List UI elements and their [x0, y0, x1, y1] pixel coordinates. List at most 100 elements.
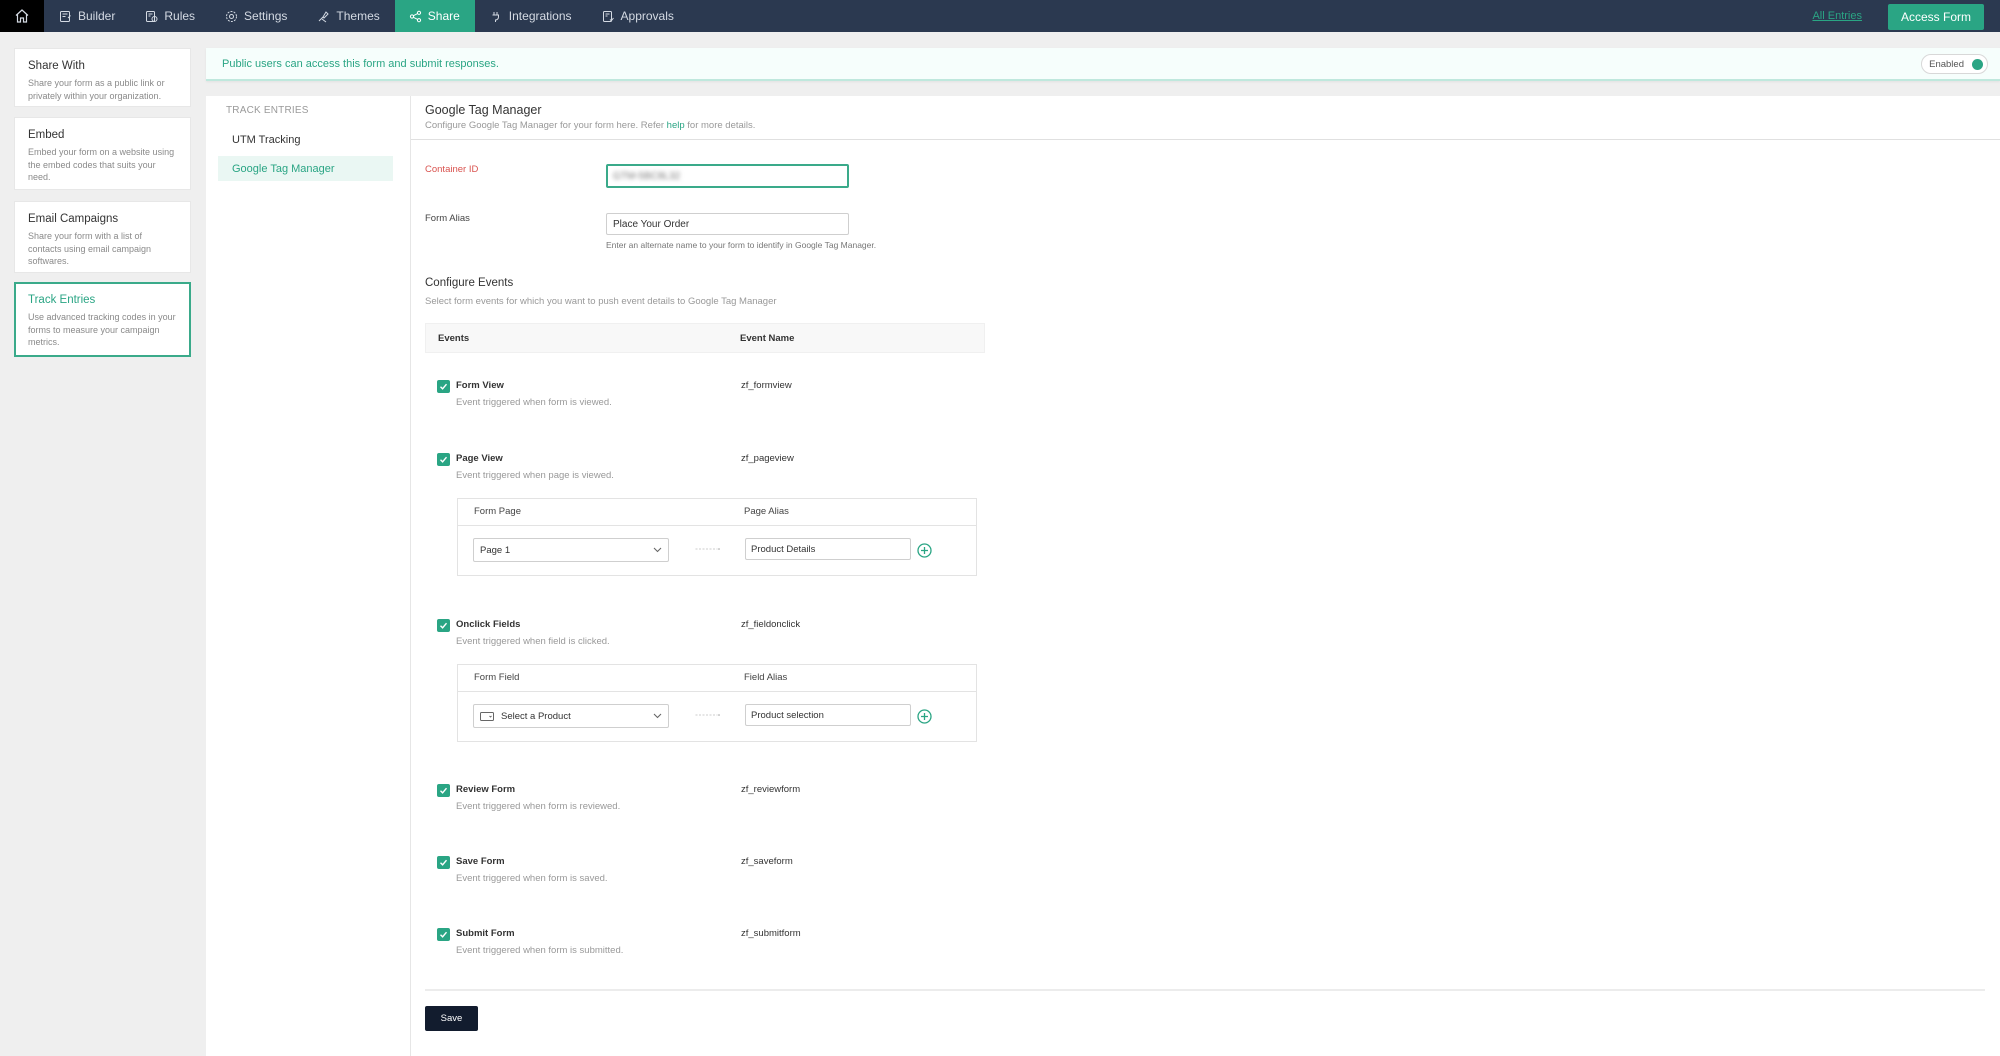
integrations-plug-icon: [492, 11, 499, 22]
event-name: Page View: [456, 453, 503, 464]
event-code: zf_formview: [741, 380, 792, 391]
event-desc: Event triggered when form is submitted.: [456, 945, 624, 956]
col-events: Events: [438, 333, 470, 344]
toggle-knob: [1972, 58, 1983, 70]
header-divider: [411, 139, 2000, 140]
nav-builder-label: Builder: [78, 9, 116, 23]
field-mapping-box: Form Field Field Alias Select a Product …: [457, 664, 977, 742]
field-alias-value: Product selection: [751, 709, 824, 721]
form-page-select[interactable]: Page 1: [473, 538, 669, 562]
check-icon: [440, 456, 448, 463]
form-alias-label: Form Alias: [425, 213, 470, 224]
check-icon: [440, 787, 448, 794]
share-option-desc: Share your form with a list of contacts …: [28, 231, 152, 266]
event-name: Submit Form: [456, 928, 515, 939]
share-option-email-campaigns[interactable]: Email Campaigns Share your form with a l…: [14, 201, 191, 273]
nav-integrations[interactable]: Integrations: [475, 0, 587, 32]
public-access-banner: Public users can access this form and su…: [206, 48, 2000, 81]
chevron-down-icon: [653, 713, 662, 719]
check-icon: [440, 859, 448, 866]
event-checkbox[interactable]: [437, 619, 450, 632]
col-form-page: Form Page: [474, 506, 521, 517]
mapping-arrow-icon: [695, 714, 720, 716]
form-alias-input[interactable]: Place Your Order: [606, 213, 849, 235]
nav-integrations-label: Integrations: [508, 9, 572, 23]
home-button[interactable]: [0, 0, 44, 32]
themes-brush-icon: [319, 10, 330, 22]
container-id-input[interactable]: GTM-5BC8L32: [606, 164, 849, 188]
event-desc: Event triggered when form is saved.: [456, 873, 608, 884]
share-option-title: Embed: [28, 129, 65, 141]
mapping-arrow-icon: [695, 548, 720, 550]
nav-builder[interactable]: Builder: [44, 0, 130, 32]
home-icon: [15, 9, 29, 23]
share-option-embed[interactable]: Embed Embed your form on a website using…: [14, 117, 191, 190]
gear-icon: [226, 10, 238, 22]
check-icon: [440, 622, 448, 629]
event-code: zf_submitform: [741, 928, 801, 939]
nav-rules-label: Rules: [164, 9, 196, 23]
approvals-icon: [602, 10, 614, 22]
page-title: Google Tag Manager: [425, 103, 542, 117]
subtitle-text-post: for more details.: [684, 120, 756, 131]
nav-approvals-label: Approvals: [620, 9, 674, 23]
page-alias-input[interactable]: Product Details: [745, 538, 911, 560]
event-checkbox[interactable]: [437, 928, 450, 941]
builder-icon: [60, 10, 71, 22]
event-name: Onclick Fields: [456, 619, 521, 630]
share-option-share-with[interactable]: Share With Share your form as a public l…: [14, 48, 191, 107]
banner-text: Public users can access this form and su…: [222, 57, 499, 70]
enabled-toggle[interactable]: Enabled: [1921, 54, 1988, 74]
container-id-label: Container ID: [425, 164, 479, 175]
share-icon: [409, 10, 421, 22]
configure-events-title: Configure Events: [425, 277, 514, 289]
form-alias-value: Place Your Order: [613, 218, 690, 230]
nav-share[interactable]: Share: [394, 0, 475, 32]
add-mapping-plus-icon[interactable]: [917, 543, 932, 558]
share-option-desc: Use advanced tracking codes in your form…: [28, 312, 176, 347]
event-checkbox[interactable]: [437, 453, 450, 466]
form-field-select[interactable]: Select a Product: [473, 704, 669, 728]
form-field-select-value: Select a Product: [501, 710, 571, 722]
container-id-value: GTM-5BC8L32: [613, 170, 681, 182]
track-entries-subnav: TRACK ENTRIES UTM Tracking Google Tag Ma…: [206, 96, 411, 1056]
nav-rules[interactable]: Rules: [130, 0, 210, 32]
event-checkbox[interactable]: [437, 856, 450, 869]
event-name: Review Form: [456, 784, 516, 795]
add-mapping-plus-icon[interactable]: [917, 709, 932, 724]
access-form-button[interactable]: Access Form: [1887, 3, 1984, 30]
page-mapping-box: Form Page Page Alias Page 1 Product Deta…: [457, 498, 977, 576]
nav-approvals[interactable]: Approvals: [587, 0, 689, 32]
col-page-alias: Page Alias: [744, 506, 789, 517]
event-desc: Event triggered when field is clicked.: [456, 636, 610, 647]
help-link[interactable]: help: [667, 120, 685, 131]
toggle-label: Enabled: [1929, 58, 1964, 70]
col-field-alias: Field Alias: [744, 672, 788, 683]
rules-icon: [146, 10, 158, 22]
all-entries-link[interactable]: All Entries: [1812, 10, 1862, 22]
subnav-item-utm-tracking[interactable]: UTM Tracking: [218, 127, 393, 152]
nav-themes-label: Themes: [336, 9, 380, 23]
form-alias-hint: Enter an alternate name to your form to …: [606, 240, 877, 250]
event-desc: Event triggered when form is viewed.: [456, 397, 612, 408]
share-option-desc: Embed your form on a website using the e…: [28, 147, 175, 182]
save-button[interactable]: Save: [425, 1006, 478, 1031]
footer-divider: [425, 989, 1985, 991]
events-table-header: Events Event Name: [425, 323, 985, 353]
top-nav: Builder Rules Settings Themes Share Inte…: [0, 0, 2000, 32]
dropdown-field-icon: [480, 711, 494, 721]
subnav-heading: TRACK ENTRIES: [226, 105, 309, 116]
field-alias-input[interactable]: Product selection: [745, 704, 911, 726]
event-checkbox[interactable]: [437, 784, 450, 797]
mapping-header: Form Page Page Alias: [458, 499, 976, 526]
event-checkbox[interactable]: [437, 380, 450, 393]
subnav-item-google-tag-manager[interactable]: Google Tag Manager: [218, 156, 393, 181]
check-icon: [440, 931, 448, 938]
col-form-field: Form Field: [474, 672, 520, 683]
nav-themes[interactable]: Themes: [302, 0, 394, 32]
chevron-down-icon: [653, 547, 662, 553]
panel-header: Google Tag Manager Configure Google Tag …: [425, 103, 755, 131]
nav-settings[interactable]: Settings: [210, 0, 302, 32]
share-option-track-entries[interactable]: Track Entries Use advanced tracking code…: [14, 282, 191, 357]
event-code: zf_reviewform: [741, 784, 801, 795]
